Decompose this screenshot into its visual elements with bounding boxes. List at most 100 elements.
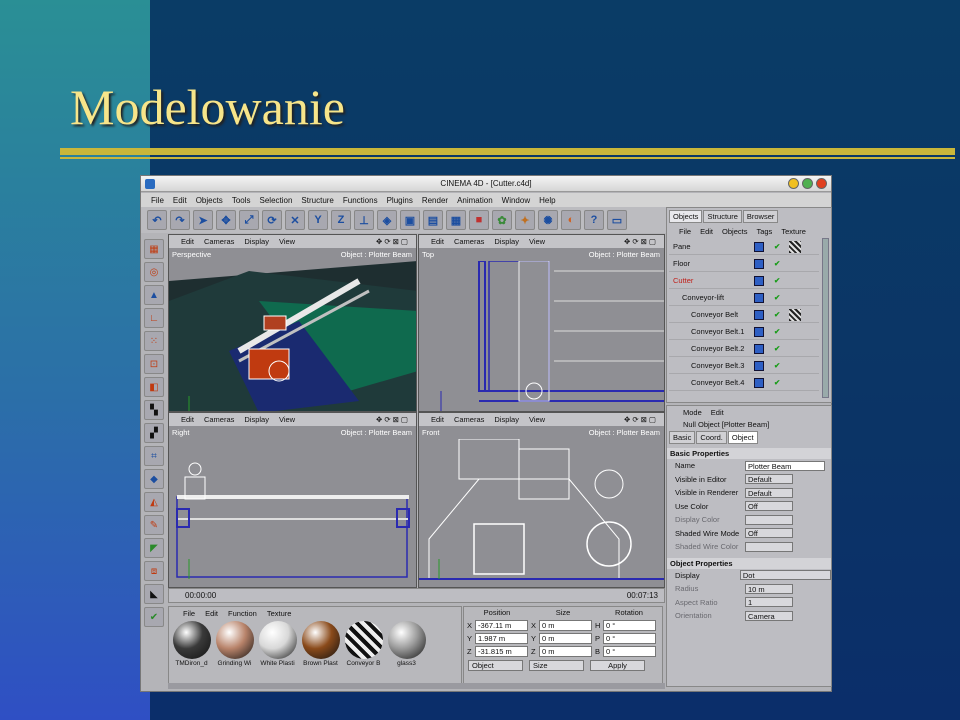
mat-menu-file[interactable]: File	[183, 609, 195, 618]
material-item[interactable]: Conveyor B	[343, 621, 384, 667]
close-button[interactable]	[816, 178, 827, 189]
vp-menu-display[interactable]: Display	[244, 237, 269, 246]
vp-menu-display[interactable]: Display	[494, 415, 519, 424]
magnet-tool-icon[interactable]: ◭	[144, 492, 164, 512]
use-axis-tool-icon[interactable]: ∟	[144, 308, 164, 328]
viewport-nav-icons[interactable]: ✥⟳⊠▢	[624, 237, 658, 246]
attribute-value[interactable]: Off	[745, 501, 793, 512]
brush-tool-icon[interactable]: ✎	[144, 515, 164, 535]
use-texture-tool-icon[interactable]: ▲	[144, 285, 164, 305]
rectangle-selection-icon[interactable]: ▞	[144, 423, 164, 443]
menu-plugins[interactable]: Plugins	[387, 196, 413, 205]
scale-icon[interactable]: ⤢	[239, 210, 259, 230]
viewport-right[interactable]: Edit Cameras Display View ✥⟳⊠▢ Right Obj…	[168, 412, 417, 588]
pointer-icon[interactable]: ➤	[193, 210, 213, 230]
vp-menu-edit[interactable]: Edit	[431, 237, 444, 246]
viewport-front[interactable]: Edit Cameras Display View ✥⟳⊠▢ Front Obj…	[418, 412, 665, 588]
visibility-check-icon[interactable]: ✔	[774, 340, 780, 357]
viewport-perspective[interactable]: Edit Cameras Display View ✥⟳⊠▢ Perspecti…	[168, 234, 417, 412]
menu-structure[interactable]: Structure	[301, 196, 333, 205]
redo-icon[interactable]: ↷	[170, 210, 190, 230]
vp-menu-cameras[interactable]: Cameras	[454, 237, 484, 246]
menu-animation[interactable]: Animation	[457, 196, 493, 205]
vp-menu-edit[interactable]: Edit	[181, 237, 194, 246]
viewport-nav-icons[interactable]: ✥⟳⊠▢	[376, 237, 410, 246]
vp-menu-view[interactable]: View	[279, 237, 295, 246]
use-points-tool-icon[interactable]: ⁙	[144, 331, 164, 351]
object-row[interactable]: Cutter ✔	[669, 272, 819, 289]
render-view-icon[interactable]: ▤	[423, 210, 443, 230]
object-scrollbar[interactable]	[822, 238, 829, 398]
attribute-value[interactable]: 10 m	[745, 583, 793, 594]
apply-button[interactable]: Apply	[590, 660, 645, 671]
knife-tool-icon[interactable]: ◆	[144, 469, 164, 489]
object-row[interactable]: Conveyor Belt.3 ✔	[669, 357, 819, 374]
visibility-check-icon[interactable]: ✔	[774, 374, 780, 391]
menu-help[interactable]: Help	[539, 196, 555, 205]
material-item[interactable]: glass3	[386, 621, 427, 667]
live-selection-icon[interactable]: ▚	[144, 400, 164, 420]
size-input[interactable]: 0 m	[539, 646, 592, 657]
menu-tools[interactable]: Tools	[232, 196, 251, 205]
tab-objects[interactable]: Objects	[669, 210, 703, 223]
obj-menu-objects[interactable]: Objects	[722, 227, 747, 236]
use-edges-tool-icon[interactable]: ⊡	[144, 354, 164, 374]
visibility-check-icon[interactable]: ✔	[774, 289, 780, 306]
visibility-check-icon[interactable]: ✔	[774, 357, 780, 374]
texture-tag-icon[interactable]	[789, 309, 801, 321]
timeline-bar[interactable]: 00:00:00 00:07:13	[168, 588, 665, 603]
position-input[interactable]: -31.815 m	[475, 646, 528, 657]
attribute-value[interactable]	[745, 514, 793, 525]
visibility-check-icon[interactable]: ✔	[774, 323, 780, 340]
vp-menu-edit[interactable]: Edit	[431, 415, 444, 424]
attr-menu-mode[interactable]: Mode	[683, 408, 702, 417]
tab-browser[interactable]: Browser	[742, 210, 779, 223]
material-item[interactable]: Brown Plast	[300, 621, 341, 667]
viewport-nav-icons[interactable]: ✥⟳⊠▢	[624, 415, 658, 424]
x-axis-icon[interactable]: ✕	[285, 210, 305, 230]
visibility-check-icon[interactable]: ✔	[774, 255, 780, 272]
z-axis-icon[interactable]: Z	[331, 210, 351, 230]
paint-tool-icon[interactable]: ◤	[144, 538, 164, 558]
menu-selection[interactable]: Selection	[260, 196, 293, 205]
visibility-check-icon[interactable]: ✔	[774, 306, 780, 323]
object-row[interactable]: Floor ✔	[669, 255, 819, 272]
snap-tool-icon[interactable]: ⧈	[144, 561, 164, 581]
vp-menu-cameras[interactable]: Cameras	[204, 415, 234, 424]
tab-coord[interactable]: Coord.	[696, 431, 727, 444]
maximize-button[interactable]	[802, 178, 813, 189]
object-row[interactable]: Conveyor Belt ✔	[669, 306, 819, 323]
viewport-top[interactable]: Edit Cameras Display View ✥⟳⊠▢ Top Objec…	[418, 234, 665, 412]
obj-menu-edit[interactable]: Edit	[700, 227, 713, 236]
size-input[interactable]: 0 m	[539, 620, 592, 631]
cube-icon[interactable]: ■	[469, 210, 489, 230]
rotation-input[interactable]: 0 °	[603, 646, 656, 657]
texture-axis-icon[interactable]: ◣	[144, 584, 164, 604]
deformer-icon[interactable]: ✦	[515, 210, 535, 230]
rotate-icon[interactable]: ⟳	[262, 210, 282, 230]
size-mode-select[interactable]: Size	[529, 660, 584, 671]
render-region-icon[interactable]: ▣	[400, 210, 420, 230]
obj-menu-tags[interactable]: Tags	[756, 227, 772, 236]
obj-menu-texture[interactable]: Texture	[781, 227, 806, 236]
vp-menu-edit[interactable]: Edit	[181, 415, 194, 424]
use-polygons-tool-icon[interactable]: ◧	[144, 377, 164, 397]
menu-functions[interactable]: Functions	[343, 196, 378, 205]
coordsys-icon[interactable]: ⊥	[354, 210, 374, 230]
tweak-tool-icon[interactable]: ⌗	[144, 446, 164, 466]
vp-menu-cameras[interactable]: Cameras	[454, 415, 484, 424]
object-row[interactable]: Pane ✔	[669, 238, 819, 255]
mat-menu-function[interactable]: Function	[228, 609, 257, 618]
position-input[interactable]: -367.11 m	[475, 620, 528, 631]
position-input[interactable]: 1.987 m	[475, 633, 528, 644]
attr-menu-edit[interactable]: Edit	[711, 408, 724, 417]
menu-window[interactable]: Window	[502, 196, 530, 205]
attribute-value[interactable]: Plotter Beam	[745, 460, 825, 471]
tab-structure[interactable]: Structure	[703, 210, 742, 223]
undo-icon[interactable]: ↶	[147, 210, 167, 230]
vp-menu-cameras[interactable]: Cameras	[204, 237, 234, 246]
menu-objects[interactable]: Objects	[196, 196, 223, 205]
y-axis-icon[interactable]: Y	[308, 210, 328, 230]
object-row[interactable]: Conveyor Belt.1 ✔	[669, 323, 819, 340]
menu-render[interactable]: Render	[422, 196, 448, 205]
